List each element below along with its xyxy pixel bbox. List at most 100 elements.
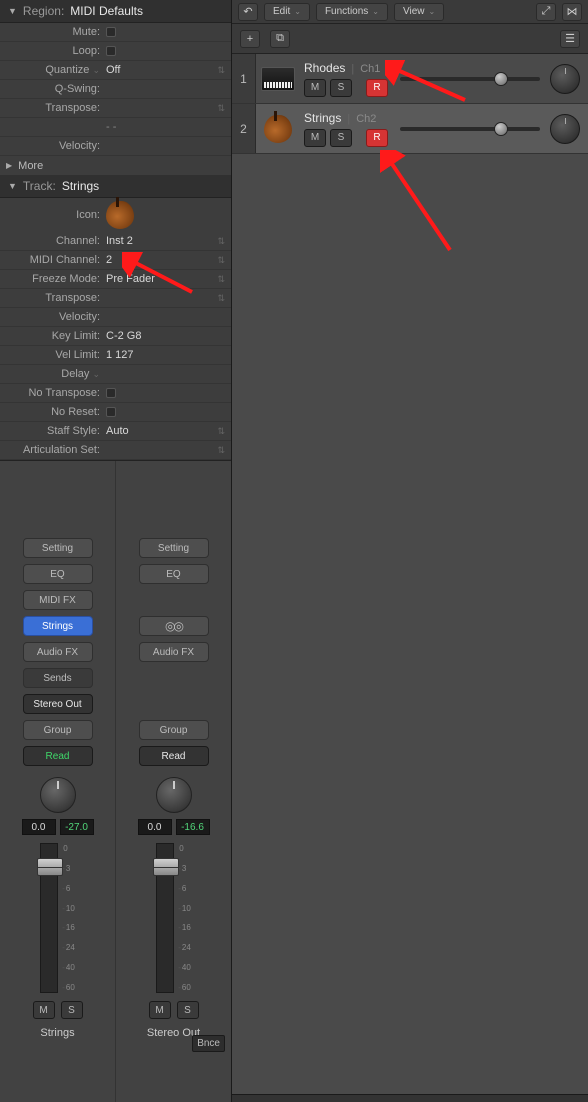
eq-button[interactable]: EQ: [23, 564, 93, 584]
delay-row[interactable]: Delay ⌄: [0, 365, 231, 384]
updown-icon[interactable]: ⇅: [217, 445, 225, 456]
midi-channel-value[interactable]: 2: [106, 254, 217, 266]
staff-row[interactable]: Staff Style: Auto ⇅: [0, 422, 231, 441]
solo-button[interactable]: S: [330, 129, 352, 147]
transpose-row[interactable]: Transpose: ⇅: [0, 99, 231, 118]
updown-icon[interactable]: ⇅: [217, 65, 225, 76]
automation-button[interactable]: Read: [23, 746, 93, 766]
vellimit-value[interactable]: 1 127: [106, 349, 225, 361]
audiofx-button[interactable]: Audio FX: [23, 642, 93, 662]
freeze-row[interactable]: Freeze Mode: Pre Fader ⇅: [0, 270, 231, 289]
region-header[interactable]: ▼ Region: MIDI Defaults: [0, 0, 231, 23]
pan-knob[interactable]: [550, 114, 580, 144]
more-row[interactable]: ▶ More: [0, 156, 231, 175]
pan-value[interactable]: 0.0: [138, 819, 172, 835]
updown-icon[interactable]: ⇅: [217, 274, 225, 285]
disclosure-triangle-icon[interactable]: ▶: [6, 161, 12, 170]
solo-button[interactable]: S: [330, 79, 352, 97]
record-button[interactable]: R: [366, 79, 388, 97]
sends-button[interactable]: Sends: [23, 668, 93, 688]
scrollbar[interactable]: [232, 1094, 588, 1102]
track-transpose-row[interactable]: Transpose: ⇅: [0, 289, 231, 308]
audiofx-button[interactable]: Audio FX: [139, 642, 209, 662]
artic-row[interactable]: Articulation Set: ⇅: [0, 441, 231, 460]
automation-button[interactable]: Read: [139, 746, 209, 766]
functions-menu[interactable]: Functions⌄: [316, 3, 388, 21]
bounce-button[interactable]: Bnce: [192, 1035, 225, 1052]
channel-row[interactable]: Channel: Inst 2 ⇅: [0, 232, 231, 251]
updown-icon[interactable]: ⇅: [217, 236, 225, 247]
notranspose-checkbox[interactable]: [106, 388, 116, 398]
stereo-mode-button[interactable]: ◎◎: [139, 616, 209, 636]
disclosure-triangle-icon[interactable]: ▼: [8, 181, 17, 191]
keylimit-value[interactable]: C-2 G8: [106, 330, 225, 342]
qswing-row[interactable]: Q-Swing:: [0, 80, 231, 99]
pan-value[interactable]: 0.0: [22, 819, 56, 835]
pan-knob[interactable]: [156, 777, 192, 813]
track-number[interactable]: 1: [232, 54, 256, 103]
track-name[interactable]: Strings: [304, 111, 341, 125]
mute-checkbox[interactable]: [106, 27, 116, 37]
list-view-icon[interactable]: ☰: [560, 30, 580, 48]
solo-button[interactable]: S: [177, 1001, 199, 1019]
midifx-button[interactable]: MIDI FX: [23, 590, 93, 610]
loop-checkbox[interactable]: [106, 46, 116, 56]
track-row[interactable]: 2 Strings | Ch2 M S R: [232, 104, 588, 154]
instrument-button[interactable]: Strings: [23, 616, 93, 636]
track-number[interactable]: 2: [232, 104, 256, 153]
volume-thumb[interactable]: [494, 122, 508, 136]
updown-icon[interactable]: ⇅: [217, 103, 225, 114]
volume-slider[interactable]: [400, 127, 540, 131]
piano-icon[interactable]: [261, 67, 295, 91]
pan-knob[interactable]: [40, 777, 76, 813]
quantize-value[interactable]: Off: [106, 64, 217, 76]
track-row[interactable]: 1 Rhodes | Ch1 M S R: [232, 54, 588, 104]
filter-icon[interactable]: ⋈: [562, 3, 582, 21]
updown-icon[interactable]: ⇅: [217, 426, 225, 437]
track-icon-row[interactable]: Icon:: [0, 198, 231, 232]
edit-menu[interactable]: Edit⌄: [264, 3, 310, 21]
mute-button[interactable]: M: [304, 129, 326, 147]
pan-knob[interactable]: [550, 64, 580, 94]
group-button[interactable]: Group: [139, 720, 209, 740]
mute-button[interactable]: M: [149, 1001, 171, 1019]
mute-button[interactable]: M: [33, 1001, 55, 1019]
fader[interactable]: [156, 843, 174, 993]
output-button[interactable]: Stereo Out: [23, 694, 93, 714]
solo-button[interactable]: S: [61, 1001, 83, 1019]
record-button[interactable]: R: [366, 129, 388, 147]
fader[interactable]: [40, 843, 58, 993]
quantize-row[interactable]: Quantize ⌄ Off ⇅: [0, 61, 231, 80]
velocity-row[interactable]: Velocity:: [0, 137, 231, 156]
keylimit-row[interactable]: Key Limit: C-2 G8: [0, 327, 231, 346]
vellimit-row[interactable]: Vel Limit: 1 127: [0, 346, 231, 365]
noreset-checkbox[interactable]: [106, 407, 116, 417]
midi-channel-row[interactable]: MIDI Channel: 2 ⇅: [0, 251, 231, 270]
link-icon[interactable]: ⤢: [536, 3, 556, 21]
channel-value[interactable]: Inst 2: [106, 235, 217, 247]
artic-label: Articulation Set:: [6, 444, 106, 456]
volume-thumb[interactable]: [494, 72, 508, 86]
violin-icon[interactable]: [264, 115, 292, 143]
duplicate-button[interactable]: ⧉: [270, 30, 290, 48]
violin-icon[interactable]: [106, 201, 134, 229]
volume-slider[interactable]: [400, 77, 540, 81]
setting-button[interactable]: Setting: [23, 538, 93, 558]
setting-button[interactable]: Setting: [139, 538, 209, 558]
mute-button[interactable]: M: [304, 79, 326, 97]
track-header[interactable]: ▼ Track: Strings: [0, 175, 231, 198]
staff-value[interactable]: Auto: [106, 425, 217, 437]
fader-cap[interactable]: [153, 858, 179, 876]
track-name[interactable]: Rhodes: [304, 61, 345, 75]
view-menu[interactable]: View⌄: [394, 3, 444, 21]
catch-icon[interactable]: ↶: [238, 3, 258, 21]
updown-icon[interactable]: ⇅: [217, 255, 225, 266]
eq-button[interactable]: EQ: [139, 564, 209, 584]
track-velocity-row[interactable]: Velocity:: [0, 308, 231, 327]
group-button[interactable]: Group: [23, 720, 93, 740]
add-button[interactable]: +: [240, 30, 260, 48]
updown-icon[interactable]: ⇅: [217, 293, 225, 304]
fader-cap[interactable]: [37, 858, 63, 876]
freeze-value[interactable]: Pre Fader: [106, 273, 217, 285]
disclosure-triangle-icon[interactable]: ▼: [8, 6, 17, 16]
